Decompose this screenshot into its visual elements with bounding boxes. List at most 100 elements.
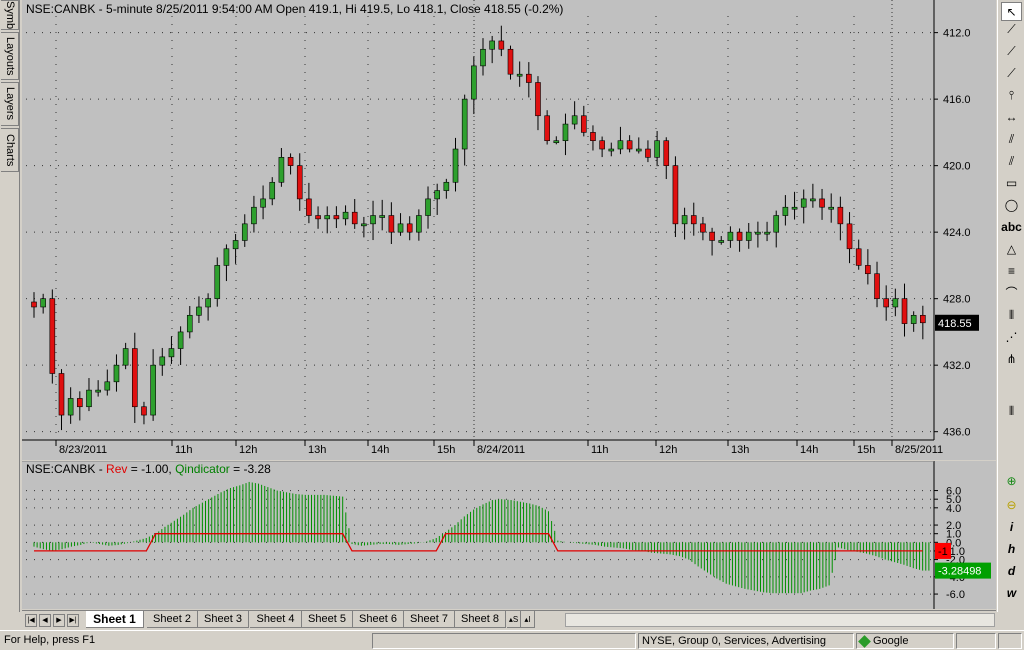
candle	[278, 148, 285, 187]
ray-icon[interactable]: ⟋	[1001, 42, 1022, 61]
candle-body	[296, 165, 303, 200]
sheet-tab-8[interactable]: Sheet 8	[455, 611, 506, 628]
text-icon[interactable]: abc	[1001, 218, 1022, 237]
i-icon[interactable]: i	[1001, 518, 1022, 537]
horizontal-scrollbar[interactable]	[565, 613, 995, 627]
x-tick-label: 15h	[437, 444, 455, 456]
candle-body	[232, 240, 239, 250]
horizontal-line-icon[interactable]: ↔	[1001, 108, 1022, 127]
side-tab-symbols[interactable]: Symbols	[1, 0, 19, 30]
candle-body	[580, 115, 587, 133]
candle-body	[306, 198, 312, 216]
candle-body	[223, 248, 230, 266]
price-chart-pane[interactable]: 436.0 432.0 428.0 424.0 420.0 416.0 412.0 8/23/…	[22, 0, 996, 460]
rectangle-icon[interactable]: ▭	[1001, 174, 1022, 193]
candle	[77, 391, 83, 421]
candle-body	[131, 348, 138, 408]
side-tab-layouts[interactable]: Layouts	[1, 32, 19, 80]
sheet-tab-1[interactable]: Sheet 1	[86, 611, 144, 628]
arc-icon[interactable]: ⌒	[1001, 284, 1022, 303]
candle-body	[718, 240, 725, 243]
candle-body	[535, 82, 541, 117]
candle	[122, 342, 129, 370]
candle	[196, 296, 202, 324]
candle	[406, 216, 413, 241]
vertical-line-icon[interactable]: ⫯	[1001, 86, 1022, 105]
candle	[544, 110, 550, 145]
sheet-tab-4[interactable]: Sheet 4	[250, 611, 302, 628]
gann-icon[interactable]: ⋰	[1001, 328, 1022, 347]
sheet-scroll-right-button[interactable]: ▴I	[521, 611, 535, 628]
line-icon[interactable]: ⟋	[1001, 20, 1022, 39]
zoom-out-icon[interactable]: ⊖	[1001, 496, 1022, 515]
indicator-pane[interactable]: 6.05.04.02.01.00.0-1.0-2.0-4.0-6.0-1-3.2…	[22, 460, 996, 609]
zoom-in-icon[interactable]: ⊕	[1001, 472, 1022, 491]
candle-body	[397, 223, 404, 233]
x-tick-label: 11h	[591, 444, 609, 456]
ind-tick-label: 4.0	[946, 503, 961, 515]
candle-body	[837, 206, 844, 225]
fibonacci-icon[interactable]: ≡	[1001, 262, 1022, 281]
sheet-tab-2[interactable]: Sheet 2	[147, 611, 198, 628]
candle	[113, 354, 120, 392]
cycle-icon[interactable]: ⫴	[1001, 306, 1022, 325]
candle-body	[443, 181, 450, 191]
parallel-icon[interactable]: ⫽	[1001, 152, 1022, 171]
candle	[690, 202, 697, 236]
candle	[645, 140, 651, 163]
candle	[232, 233, 239, 264]
candle-body	[141, 406, 147, 416]
ellipse-icon[interactable]: ◯	[1001, 196, 1022, 215]
candle	[617, 126, 624, 155]
sheet-tab-3[interactable]: Sheet 3	[198, 611, 249, 628]
prev-sheet-button[interactable]: ◀	[39, 614, 51, 627]
candle	[498, 25, 505, 57]
h-icon[interactable]: h	[1001, 540, 1022, 559]
candle-body	[461, 98, 468, 150]
y-tick-label: 420.0	[943, 161, 971, 173]
triangle-icon[interactable]: △	[1001, 240, 1022, 259]
pitchfork-icon[interactable]: ⋔	[1001, 350, 1022, 369]
candle	[186, 306, 193, 339]
side-tab-charts[interactable]: Charts	[1, 128, 19, 172]
ind-tick-label: -6.0	[946, 589, 965, 601]
cursor-icon[interactable]: ↖	[1001, 2, 1022, 21]
candle	[654, 131, 660, 167]
candle-body	[892, 298, 899, 308]
candle-body	[865, 265, 871, 275]
sheet-scroll-left-button[interactable]: ▴S	[507, 611, 521, 628]
candle-body	[810, 198, 816, 202]
candle	[580, 105, 587, 137]
candle-body	[590, 132, 596, 142]
candle-body	[31, 301, 37, 308]
candle-body	[342, 211, 349, 220]
bars-icon[interactable]: ⦀	[1001, 402, 1022, 421]
side-tab-layers[interactable]: Layers	[1, 82, 19, 126]
candle	[86, 378, 92, 412]
x-tick-label: 13h	[731, 444, 749, 456]
candle-body	[681, 215, 688, 225]
candle	[837, 196, 844, 241]
candle-body	[214, 265, 221, 299]
d-icon[interactable]: d	[1001, 562, 1022, 581]
candle	[388, 202, 395, 244]
candle-body	[324, 215, 331, 220]
data-source-label: Google	[873, 635, 909, 647]
sheet-tab-6[interactable]: Sheet 6	[353, 611, 404, 628]
extended-line-icon[interactable]: ⟋	[1001, 64, 1022, 83]
w-icon[interactable]: w	[1001, 584, 1022, 603]
candle-body	[251, 206, 257, 225]
first-sheet-button[interactable]: |◀	[25, 614, 37, 627]
sheet-tab-7[interactable]: Sheet 7	[404, 611, 455, 628]
candle-body	[599, 140, 605, 150]
next-sheet-button[interactable]: ▶	[53, 614, 65, 627]
channel-icon[interactable]: ⫽	[1001, 130, 1022, 149]
candle-body	[49, 298, 56, 374]
candle-body	[700, 223, 706, 233]
candle	[736, 228, 743, 252]
y-tick-label: 424.0	[943, 227, 971, 239]
candle	[526, 62, 532, 98]
last-sheet-button[interactable]: ▶|	[67, 614, 79, 627]
sheet-tab-5[interactable]: Sheet 5	[302, 611, 353, 628]
candle-body	[205, 298, 211, 308]
